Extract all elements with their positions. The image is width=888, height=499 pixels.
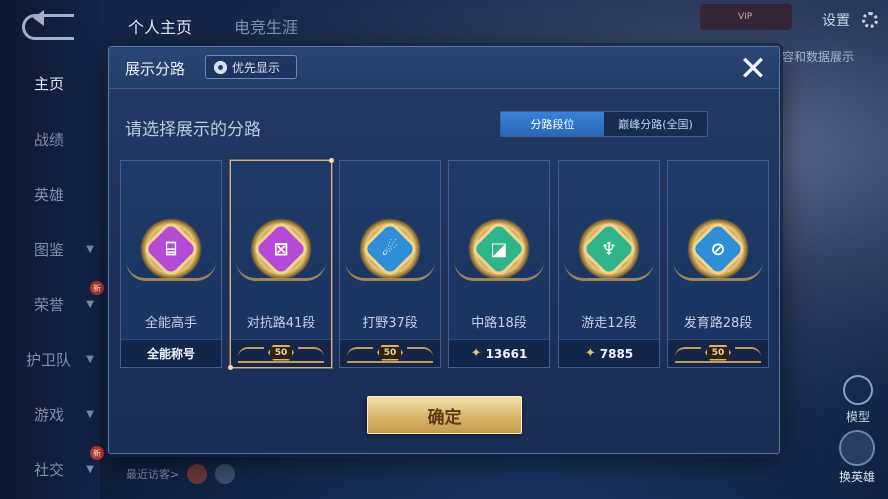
sidebar-item-label: 社交 xyxy=(34,460,65,479)
new-badge: 新 xyxy=(90,281,104,295)
emblem-wings-decoration xyxy=(126,261,216,281)
lane-card-footer: ✦ 13661 xyxy=(449,339,549,367)
lane-card-footer: 50 xyxy=(340,339,440,367)
title-label: 全能称号 xyxy=(146,347,195,361)
sidebar-item-label: 图鉴 xyxy=(34,240,65,259)
visitor-avatar[interactable] xyxy=(187,464,208,484)
lane-card-label: 发育路28段 xyxy=(683,316,753,331)
lane-card-footer: 50 xyxy=(231,339,331,367)
model-button[interactable]: 模型 xyxy=(836,375,880,425)
chevron-down-icon: ▼ xyxy=(86,463,94,475)
lane-card-list: ⌸ 全能高手 全能称号 ⊠ 对抗路41段 50 ☄ 打野37段 50 ◪ 中路18段 ✦ 13661 ♆ 游… xyxy=(120,158,772,370)
emblem-wings-decoration xyxy=(454,261,544,281)
vip-chip[interactable]: VIP xyxy=(700,4,792,30)
lane-card-footer: 50 xyxy=(668,339,768,367)
lane-card[interactable]: ♆ 游走12段 ✦ 7885 xyxy=(558,160,660,368)
lane-card-label: 打野37段 xyxy=(362,316,418,331)
sidebar-item-label: 战绩 xyxy=(34,130,65,149)
lane-card-footer: 全能称号 xyxy=(121,339,221,367)
top-tabs: 个人主页 电竞生涯 xyxy=(128,14,298,38)
confirm-button[interactable]: 确定 xyxy=(367,396,522,434)
chevron-down-icon: ▼ xyxy=(86,243,94,255)
tab-esports-career[interactable]: 电竞生涯 xyxy=(234,14,298,38)
sidebar-item-label: 游戏 xyxy=(34,405,65,424)
sidebar-item-label: 主页 xyxy=(34,74,65,93)
lane-card-label: 全能高手 xyxy=(144,316,197,331)
emblem-wings-decoration xyxy=(673,261,763,281)
priority-display-button[interactable]: 优先显示 xyxy=(205,55,297,79)
peak-score-value: 7885 xyxy=(599,346,634,361)
model-label: 模型 xyxy=(845,410,870,424)
model-icon xyxy=(843,375,873,405)
emblem-wings-decoration xyxy=(345,261,435,281)
swap-hero-label: 换英雄 xyxy=(838,470,875,484)
priority-display-label: 优先显示 xyxy=(232,60,281,75)
sidebar-item-label: 荣誉 xyxy=(34,295,65,314)
sidebar-item[interactable]: 护卫队 ▼ xyxy=(0,344,100,374)
ribbon-decoration: 50 xyxy=(238,344,324,363)
recent-visitors[interactable]: 最近访客> xyxy=(126,464,236,484)
new-badge: 新 xyxy=(90,446,104,460)
lane-card[interactable]: ⊘ 发育路28段 50 xyxy=(667,160,769,368)
peak-score-value: 13661 xyxy=(485,346,528,361)
settings-gear-icon[interactable] xyxy=(862,12,878,28)
visitor-avatar[interactable] xyxy=(215,464,236,484)
swap-hero-icon xyxy=(839,430,875,466)
close-icon[interactable]: ✕ xyxy=(733,49,773,89)
chevron-down-icon: ▼ xyxy=(86,408,94,420)
ribbon-decoration: 50 xyxy=(675,344,761,363)
data-display-text: 容和数据展示 xyxy=(782,50,855,64)
back-arrow-icon[interactable] xyxy=(22,10,74,40)
star-count-badge: 50 xyxy=(268,344,294,361)
lane-card-label: 对抗路41段 xyxy=(246,316,316,331)
lane-card-footer: ✦ 7885 xyxy=(559,339,659,367)
lane-card[interactable]: ⊠ 对抗路41段 50 xyxy=(228,158,334,370)
sidebar-item[interactable]: 主页 xyxy=(0,68,100,98)
dialog-title: 展示分路 xyxy=(125,60,186,78)
peak-score-icon: ✦ xyxy=(584,346,596,361)
lane-card-label: 游走12段 xyxy=(581,316,637,331)
chevron-down-icon: ▼ xyxy=(86,298,94,310)
gear-icon xyxy=(214,60,227,74)
lane-card[interactable]: ◪ 中路18段 ✦ 13661 xyxy=(448,160,550,368)
lane-card[interactable]: ⌸ 全能高手 全能称号 xyxy=(120,160,222,368)
star-count-badge: 50 xyxy=(705,344,731,361)
swap-hero-button[interactable]: 换英雄 xyxy=(832,430,882,485)
toggle-peak-lane[interactable]: 巅峰分路(全国) xyxy=(604,112,707,136)
sidebar-item-label: 英雄 xyxy=(34,185,65,204)
peak-score-icon: ✦ xyxy=(470,346,482,361)
recent-visitors-label: 最近访客> xyxy=(126,468,180,481)
sidebar-item[interactable]: 战绩 xyxy=(0,124,100,154)
sidebar-item[interactable]: 游戏 ▼ xyxy=(0,399,100,429)
lane-card-label: 中路18段 xyxy=(471,316,527,331)
chevron-down-icon: ▼ xyxy=(86,353,94,365)
toggle-lane-rank[interactable]: 分路段位 xyxy=(501,112,604,136)
ribbon-decoration: 50 xyxy=(347,344,433,363)
sidebar-item[interactable]: 社交 ▼ 新 xyxy=(0,446,104,484)
emblem-wings-decoration xyxy=(564,261,654,281)
tab-personal-home[interactable]: 个人主页 xyxy=(128,14,192,38)
sidebar-item[interactable]: 英雄 xyxy=(0,179,100,209)
lane-card[interactable]: ☄ 打野37段 50 xyxy=(339,160,441,368)
sidebar-item-label: 护卫队 xyxy=(26,350,72,369)
lane-display-dialog: 展示分路 优先显示 ✕ 请选择展示的分路 分路段位 巅峰分路(全国) ⌸ 全能高手… xyxy=(108,46,780,454)
top-right-controls: 设置 xyxy=(822,10,878,30)
sidebar-item[interactable]: 荣誉 ▼ 新 xyxy=(0,281,104,319)
lane-mode-toggle: 分路段位 巅峰分路(全国) xyxy=(500,111,708,137)
settings-label[interactable]: 设置 xyxy=(822,10,850,30)
sidebar-item[interactable]: 图鉴 ▼ xyxy=(0,234,100,264)
dialog-subtitle: 请选择展示的分路 xyxy=(125,120,261,140)
emblem-wings-decoration xyxy=(236,261,326,281)
dialog-header: 展示分路 优先显示 xyxy=(109,47,779,89)
star-count-badge: 50 xyxy=(377,344,403,361)
